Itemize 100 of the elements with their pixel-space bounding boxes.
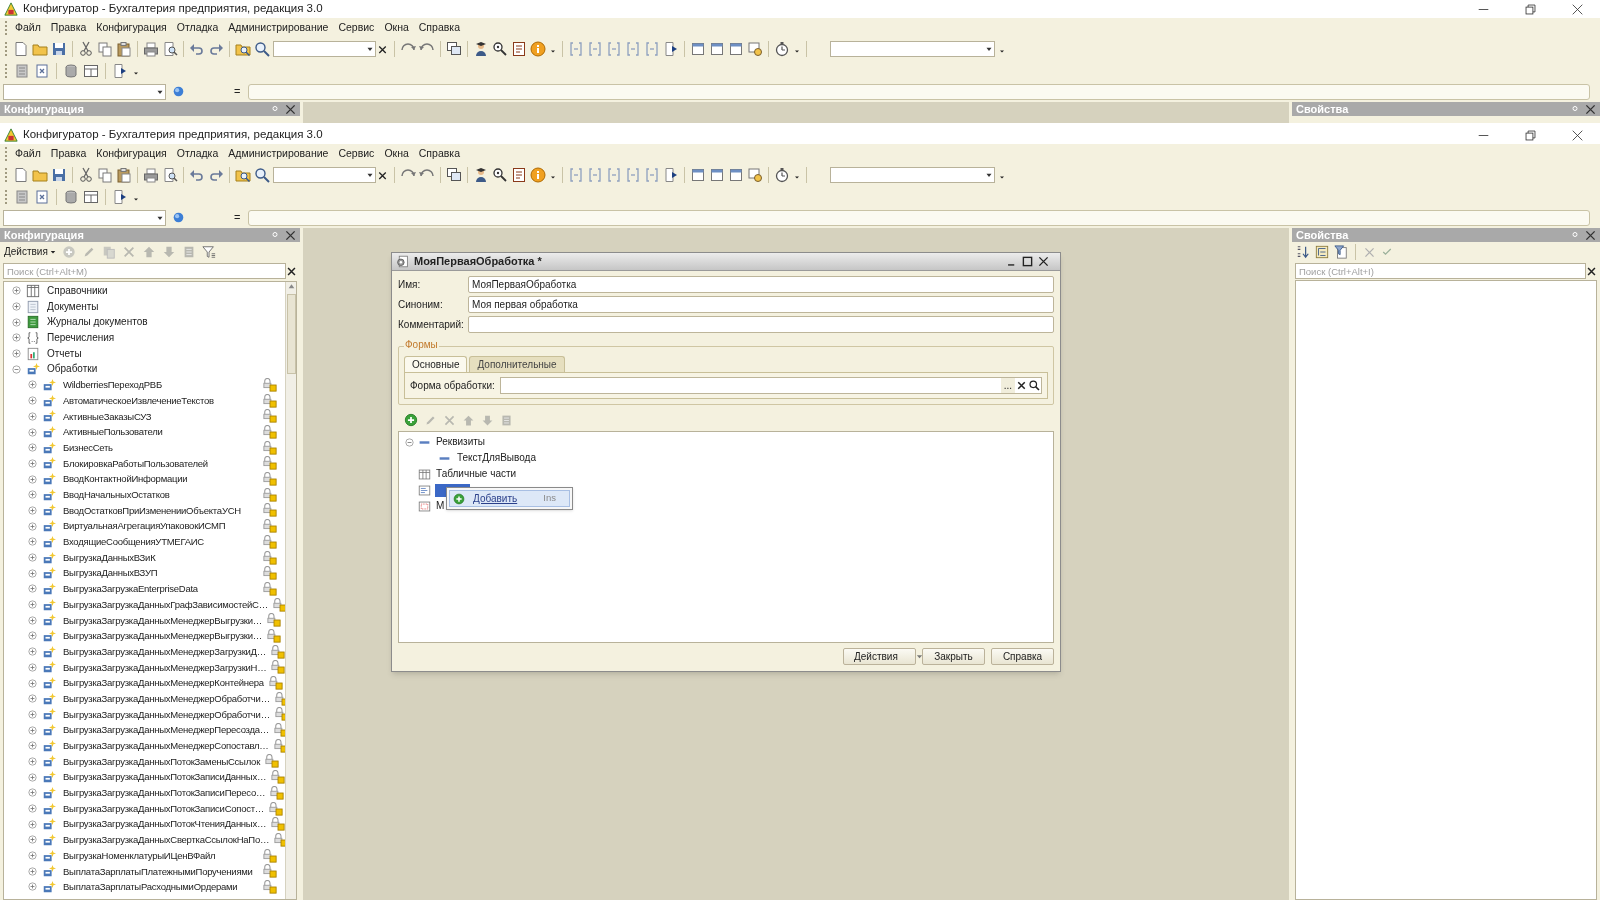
expander-icon[interactable] [28, 741, 37, 751]
expander-icon[interactable] [28, 427, 37, 437]
menu-item[interactable]: Файл [10, 146, 46, 162]
tab[interactable]: Дополнительные [469, 356, 565, 372]
tree-item[interactable]: БизнесСеть [63, 442, 258, 453]
save-icon[interactable] [51, 41, 67, 57]
page-arrow-icon[interactable] [112, 188, 128, 205]
redo-icon[interactable] [208, 41, 224, 57]
stopwatch-icon[interactable] [774, 41, 790, 57]
text-field[interactable]: Моя первая обработка [468, 296, 1054, 313]
database-icon[interactable] [63, 62, 79, 79]
menu-item[interactable]: Администрирование [223, 146, 334, 162]
filter-document-icon[interactable] [1334, 245, 1348, 259]
tree-item[interactable]: БлокировкаРаботыПользователей [63, 458, 258, 469]
expression-field[interactable] [248, 83, 1590, 100]
info-icon[interactable] [530, 167, 546, 183]
gears-icon[interactable] [747, 167, 763, 183]
tree-item[interactable]: АктивныеПользователи [63, 427, 258, 437]
tree-item[interactable]: Документы [47, 301, 99, 312]
expander-icon[interactable] [28, 474, 37, 484]
gears-icon[interactable] [747, 41, 763, 57]
menu-item[interactable]: Справка [413, 146, 465, 162]
folder-icon[interactable] [32, 41, 48, 57]
menu-item[interactable]: Конфигурация [91, 20, 172, 36]
expander-icon[interactable] [28, 396, 37, 406]
tree-item[interactable]: Обработки [47, 364, 98, 375]
clipboard-icon[interactable] [116, 167, 132, 183]
page-icon[interactable] [709, 167, 725, 183]
tree-item[interactable]: ВыгрузкаНоменклатурыИЦенВФайл [63, 850, 258, 861]
folder-search-icon[interactable] [235, 41, 251, 57]
stopwatch-icon[interactable] [774, 167, 790, 183]
select-button[interactable]: ... [1000, 378, 1015, 393]
page-arrow-icon[interactable] [663, 41, 679, 57]
document-icon[interactable] [13, 167, 29, 183]
tree-item[interactable]: ВыгрузкаЗагрузкаДанныхМенеджерЗагрузкиН… [63, 662, 267, 673]
expander-icon[interactable] [28, 788, 37, 798]
page-icon[interactable] [709, 41, 725, 57]
restore-icon[interactable] [1525, 3, 1536, 15]
tree-item[interactable]: ВыгрузкаЗагрузкаДанныхМенеджерОбработчи… [63, 709, 270, 720]
combo-field[interactable] [3, 83, 166, 100]
expander-icon[interactable] [12, 349, 21, 359]
search-icon[interactable] [254, 167, 270, 183]
clear-icon[interactable] [1586, 265, 1597, 277]
tree-item[interactable]: АвтоматическоеИзвлечениеТекстов [63, 395, 258, 406]
bracket-arrow-icon[interactable] [606, 41, 622, 57]
menu-item[interactable]: Администрирование [223, 20, 334, 36]
tree-item[interactable]: Журналы документов [47, 317, 148, 328]
tree-item[interactable]: ВыгрузкаЗагрузкаДанныхМенеджерВыгрузки… [63, 615, 262, 626]
menu-item[interactable]: Файл [10, 20, 46, 36]
tree-item[interactable]: ВыплатаЗарплатыРасходнымиОрдерами [63, 882, 258, 892]
tree-item[interactable]: Табличные части [435, 469, 518, 479]
clear-icon[interactable] [286, 265, 297, 277]
expression-field[interactable] [248, 209, 1590, 226]
expander-icon[interactable] [12, 302, 21, 312]
expander-icon[interactable] [28, 568, 37, 578]
expander-icon[interactable] [28, 647, 37, 657]
folder-icon[interactable] [32, 167, 48, 183]
tab[interactable]: Основные [404, 356, 468, 372]
copy-icon[interactable] [97, 167, 113, 183]
search-combo-field[interactable] [273, 167, 376, 183]
tree-item[interactable]: ВыгрузкаЗагрузкаДанныхПотокЗаписиДанных… [63, 772, 267, 782]
search-combo-field[interactable] [273, 41, 376, 57]
globe-icon[interactable] [173, 212, 184, 223]
search-icon[interactable] [1028, 379, 1041, 392]
tree-item[interactable]: ТекстДляВывода [456, 453, 537, 463]
expander-icon[interactable] [12, 317, 21, 327]
menu-item[interactable]: Отладка [171, 20, 224, 36]
windows-icon[interactable] [446, 41, 462, 57]
expander-icon[interactable] [405, 437, 414, 447]
close-icon[interactable] [1572, 3, 1583, 15]
search-field[interactable]: Поиск (Ctrl+Alt+I) [1295, 263, 1586, 279]
expander-icon[interactable] [28, 709, 37, 719]
combo-field[interactable] [830, 41, 995, 57]
search-field[interactable]: Поиск (Ctrl+Alt+M) [3, 263, 286, 279]
tree-item[interactable]: ВводОстатковПриИзмененииОбъектаУСН [63, 505, 258, 516]
tree-item[interactable]: ВыгрузкаЗагрузкаДанныхМенеджерПересозда… [63, 725, 270, 735]
tree-item[interactable]: ВыгрузкаДанныхВЗУП [63, 568, 258, 578]
bracket-arrow-icon[interactable] [568, 41, 584, 57]
database-icon[interactable] [63, 188, 79, 205]
globe-icon[interactable] [173, 86, 184, 97]
expander-icon[interactable] [28, 851, 37, 861]
pin-icon[interactable] [271, 231, 279, 239]
menu-item[interactable]: Сервис [333, 20, 380, 36]
expander-icon[interactable] [28, 631, 37, 641]
copy-icon[interactable] [97, 41, 113, 57]
close-icon[interactable] [1572, 129, 1583, 141]
menu-item[interactable]: Справка [413, 20, 465, 36]
close-icon[interactable] [285, 229, 296, 241]
tree-item[interactable]: Реквизиты [435, 437, 486, 447]
expander-icon[interactable] [28, 662, 37, 672]
expander-icon[interactable] [28, 521, 37, 531]
document-cross-icon[interactable] [34, 188, 50, 205]
bracket-arrow-icon[interactable] [625, 167, 641, 183]
menu-item[interactable]: Правка [45, 146, 92, 162]
expander-icon[interactable] [28, 537, 37, 547]
clear-icon[interactable] [1015, 379, 1028, 392]
pin-icon[interactable] [271, 105, 279, 113]
page-icon[interactable] [690, 167, 706, 183]
expander-icon[interactable] [28, 694, 37, 704]
expander-icon[interactable] [28, 819, 37, 829]
